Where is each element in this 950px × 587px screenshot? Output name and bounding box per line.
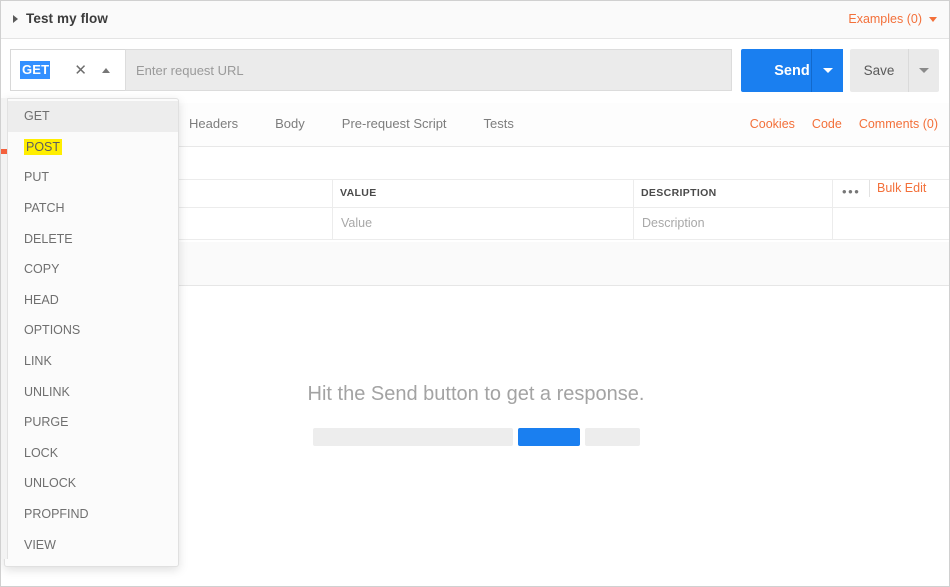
close-icon[interactable]: ✕ bbox=[74, 63, 87, 78]
value-input[interactable]: Value bbox=[341, 216, 372, 230]
method-option-label: LINK bbox=[24, 354, 52, 369]
method-option-label: VIEW bbox=[24, 537, 56, 552]
divider bbox=[869, 180, 870, 197]
bulk-edit-link[interactable]: Bulk Edit bbox=[877, 181, 926, 195]
chevron-up-icon[interactable] bbox=[102, 67, 110, 73]
method-option-label: PUT bbox=[24, 170, 49, 185]
tab-body[interactable]: Body bbox=[275, 116, 305, 131]
method-option-label: PROPFIND bbox=[24, 507, 89, 522]
method-option-label: PURGE bbox=[24, 415, 69, 430]
method-option-get[interactable]: GET bbox=[5, 101, 178, 132]
breadcrumb[interactable]: Test my flow bbox=[13, 11, 108, 26]
placeholder-bar-blue bbox=[517, 428, 580, 446]
method-option-label: UNLOCK bbox=[24, 476, 77, 491]
method-option-label: POST bbox=[24, 138, 63, 155]
method-option-copy[interactable]: COPY bbox=[5, 254, 178, 285]
postman-request-builder: Test my flow Examples (0) GET ✕ Enter re… bbox=[0, 0, 950, 587]
column-header-description: DESCRIPTION bbox=[641, 187, 717, 199]
method-option-propfind[interactable]: PROPFIND bbox=[5, 499, 178, 530]
method-option-label: COPY bbox=[24, 262, 60, 277]
code-link[interactable]: Code bbox=[812, 117, 842, 131]
triangle-right-icon[interactable] bbox=[13, 14, 18, 23]
cookies-link[interactable]: Cookies bbox=[750, 117, 795, 131]
send-options-button[interactable] bbox=[811, 49, 843, 92]
request-url-input[interactable]: Enter request URL bbox=[125, 49, 732, 91]
chevron-down-icon bbox=[929, 16, 937, 22]
method-option-patch[interactable]: PATCH bbox=[5, 193, 178, 224]
method-option-unlock[interactable]: UNLOCK bbox=[5, 468, 178, 499]
method-option-label: PATCH bbox=[24, 201, 65, 216]
request-tabs: Headers Body Pre-request Script Tests bbox=[189, 116, 514, 131]
placeholder-bar-gray bbox=[312, 428, 513, 446]
save-button[interactable]: Save bbox=[850, 49, 908, 92]
method-option-view[interactable]: VIEW bbox=[5, 529, 178, 560]
tab-headers[interactable]: Headers bbox=[189, 116, 238, 131]
find-scrollbar[interactable] bbox=[1, 98, 8, 559]
method-dropdown-menu: GET POST PUT PATCH DELETE COPY HEAD OPTI… bbox=[4, 98, 179, 567]
method-option-label: UNLINK bbox=[24, 384, 70, 399]
method-option-label: GET bbox=[24, 109, 50, 124]
method-value[interactable]: GET bbox=[20, 61, 51, 79]
method-option-head[interactable]: HEAD bbox=[5, 285, 178, 316]
examples-dropdown[interactable]: Examples (0) bbox=[848, 12, 937, 26]
find-match-tick bbox=[1, 149, 7, 154]
placeholder-bar-gray bbox=[584, 428, 640, 446]
method-option-label: HEAD bbox=[24, 292, 59, 307]
method-option-post[interactable]: POST bbox=[5, 132, 178, 163]
breadcrumb-label: Test my flow bbox=[26, 11, 108, 26]
method-option-purge[interactable]: PURGE bbox=[5, 407, 178, 438]
comments-link[interactable]: Comments (0) bbox=[859, 117, 938, 131]
method-option-unlink[interactable]: UNLINK bbox=[5, 376, 178, 407]
method-option-put[interactable]: PUT bbox=[5, 162, 178, 193]
method-option-options[interactable]: OPTIONS bbox=[5, 315, 178, 346]
method-option-label: LOCK bbox=[24, 445, 59, 460]
method-option-link[interactable]: LINK bbox=[5, 346, 178, 377]
method-option-lock[interactable]: LOCK bbox=[5, 438, 178, 469]
tab-pre-request-script[interactable]: Pre-request Script bbox=[342, 116, 447, 131]
method-option-delete[interactable]: DELETE bbox=[5, 223, 178, 254]
description-input[interactable]: Description bbox=[642, 216, 705, 230]
ellipsis-icon[interactable]: ••• bbox=[842, 185, 860, 198]
method-option-label: OPTIONS bbox=[24, 323, 81, 338]
save-options-button[interactable] bbox=[908, 49, 939, 92]
column-header-value: VALUE bbox=[340, 187, 377, 199]
method-option-label: DELETE bbox=[24, 231, 73, 246]
tab-tests[interactable]: Tests bbox=[484, 116, 514, 131]
request-tab-links: Cookies Code Comments (0) bbox=[750, 117, 938, 131]
examples-label: Examples (0) bbox=[848, 12, 922, 26]
method-selector[interactable]: GET ✕ bbox=[10, 49, 125, 91]
breadcrumb-bar: Test my flow Examples (0) bbox=[1, 1, 949, 39]
